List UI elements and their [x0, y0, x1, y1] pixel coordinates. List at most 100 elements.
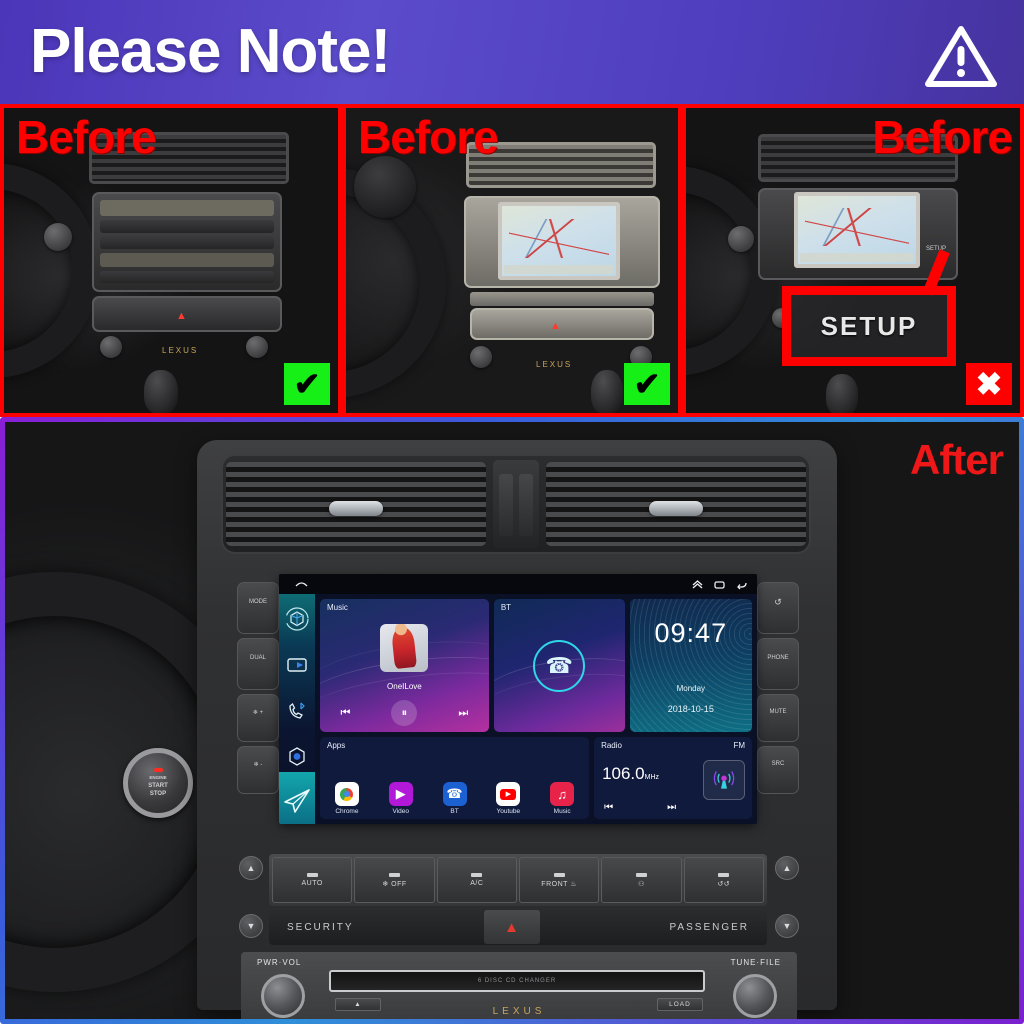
button-mute[interactable]: MUTE — [757, 694, 799, 742]
climate-button-rear-defrost[interactable]: ⚇ — [601, 857, 682, 903]
air-vent-right[interactable] — [546, 462, 806, 546]
screen-mirror-icon[interactable] — [284, 652, 310, 678]
climate-button-ac-label: A/C — [470, 880, 484, 887]
climate-button-recirculate[interactable]: ↺↺ — [683, 857, 764, 903]
led-indicator — [388, 872, 400, 877]
broadcast-antenna-icon[interactable] — [703, 760, 745, 801]
button-temp-down[interactable]: ❄ - — [237, 746, 279, 794]
climate-buttons-row-2 — [100, 236, 274, 249]
cd-eject-button[interactable]: ▲ — [335, 998, 381, 1011]
video-icon: ▶ — [388, 782, 413, 806]
app-bt[interactable]: ☎ BT — [438, 782, 472, 815]
clock-time: 09:47 — [654, 617, 728, 648]
start-button-line2: START — [148, 783, 168, 789]
gear-shifter — [826, 374, 858, 413]
app-chrome-label: Chrome — [335, 808, 359, 815]
hazard-light-button[interactable]: ▲ — [483, 910, 540, 944]
music-controls: ⏮ ⏸ ⏭ — [320, 700, 489, 727]
passenger-temp-up-button[interactable]: ▲ — [775, 856, 799, 880]
setup-callout-label: SETUP — [820, 310, 918, 341]
climate-button-off[interactable]: ❄ OFF — [354, 857, 435, 903]
climate-button-ac[interactable]: A/C — [436, 857, 517, 903]
fan-down-button[interactable]: ▼ — [239, 914, 263, 938]
climate-button-rear-label: ⚇ — [638, 880, 645, 888]
button-mute-label: MUTE — [769, 709, 787, 715]
cd-load-button[interactable]: LOAD — [657, 998, 703, 1011]
next-track-button[interactable]: ⏭ — [458, 707, 468, 720]
vent-knob-right[interactable] — [649, 500, 703, 516]
before-comparison-row: ▲ LEXUS Before ✔ ▲ LEXUS Before ✔ SETUP … — [0, 104, 1024, 417]
engine-start-stop-button[interactable]: ENGINE START STOP — [123, 748, 193, 818]
play-pause-button[interactable]: ⏸ — [391, 700, 418, 727]
back-icon[interactable] — [734, 577, 749, 591]
cd-player-panel: PWR·VOL TUNE·FILE 6 DISC CD CHANGER ▲ LO… — [241, 952, 797, 1019]
infographic-page: Please Note! ▲ LEXUS Before ✔ ▲ LEXUS Be… — [0, 0, 1024, 1024]
air-vent-assembly — [221, 454, 811, 554]
volume-knob — [470, 346, 492, 368]
album-art — [380, 624, 429, 673]
app-youtube[interactable]: ▶ Youtube — [491, 782, 525, 815]
before-label: Before — [872, 111, 1013, 163]
bluetooth-card[interactable]: BT ☎ — [493, 599, 625, 733]
passenger-temp-down-button[interactable]: ▼ — [775, 914, 799, 938]
radio-card[interactable]: Radio FM 106.0MHz ⏮ ⏭ — [594, 737, 752, 819]
passenger-label: PASSENGER — [669, 921, 749, 933]
button-temp-up-label: ❄ + — [252, 710, 264, 716]
air-vent-left[interactable] — [226, 462, 486, 546]
before-panel-1: ▲ LEXUS Before ✔ — [0, 104, 342, 417]
button-src[interactable]: SRC — [757, 746, 799, 794]
vent-slider-2[interactable] — [519, 474, 533, 536]
settings-hex-icon[interactable] — [284, 744, 310, 770]
button-phone[interactable]: PHONE — [757, 638, 799, 690]
start-button-line1: ENGINE — [149, 775, 167, 780]
youtube-icon: ▶ — [496, 782, 521, 806]
recents-icon[interactable] — [712, 577, 727, 591]
hazard-cluster: ▲ — [92, 296, 282, 332]
volume-knob — [100, 336, 122, 358]
button-dual[interactable]: DUAL — [237, 638, 279, 690]
fan-up-button[interactable]: ▲ — [239, 856, 263, 880]
navigation-map-screen — [498, 202, 620, 280]
home-icon[interactable] — [294, 577, 309, 591]
previous-track-button[interactable]: ⏮ — [341, 707, 351, 720]
vent-knob-left[interactable] — [329, 500, 383, 516]
app-chrome[interactable]: Chrome — [330, 782, 364, 815]
button-mode-label: MODE — [249, 599, 267, 605]
radio-next-button[interactable]: ⏭ — [667, 802, 676, 813]
cd-slot[interactable]: 6 DISC CD CHANGER — [329, 970, 705, 992]
climate-button-auto[interactable]: AUTO — [272, 857, 353, 903]
radio-frequency-unit: MHz — [644, 774, 659, 782]
power-volume-knob[interactable] — [261, 974, 305, 1018]
climate-buttons-row — [470, 292, 654, 306]
vent-slider-1[interactable] — [499, 474, 513, 536]
radio-prev-button[interactable]: ⏮ — [604, 802, 613, 813]
button-power[interactable]: ↺ — [757, 582, 799, 634]
button-phone-label: PHONE — [767, 655, 789, 661]
led-indicator — [635, 872, 647, 877]
head-unit-screen-frame: Music OneILove ⏮ ⏸ ⏭ BT ☎ 09:47 Monday 2… — [279, 574, 757, 824]
home-screen-cards: Music OneILove ⏮ ⏸ ⏭ BT ☎ 09:47 Monday 2… — [315, 594, 757, 824]
apps-cube-icon[interactable] — [284, 606, 310, 632]
clock-card[interactable]: 09:47 Monday 2018-10-15 — [629, 599, 752, 733]
app-music[interactable]: ♫ Music — [545, 782, 579, 815]
clock-weekday: Monday — [676, 684, 706, 694]
gear-shifter — [591, 370, 623, 413]
climate-button-front-defrost[interactable]: FRONT ♨ — [518, 857, 600, 903]
app-video[interactable]: ▶ Video — [384, 782, 418, 815]
cd-slot-label: 6 DISC CD CHANGER — [477, 978, 557, 984]
chevron-up-icon[interactable] — [690, 577, 705, 591]
before-label: Before — [358, 111, 499, 163]
music-card[interactable]: Music OneILove ⏮ ⏸ ⏭ — [320, 599, 489, 733]
tune-file-label: TUNE·FILE — [730, 958, 781, 967]
led-indicator — [553, 872, 565, 877]
vent-center-controls[interactable] — [493, 460, 539, 548]
button-temp-up[interactable]: ❄ + — [237, 694, 279, 742]
cards-top-row: Music OneILove ⏮ ⏸ ⏭ BT ☎ 09:47 Monday 2… — [320, 599, 752, 733]
navigation-plane-icon[interactable] — [279, 772, 315, 824]
radio-card-title: Radio — [601, 741, 622, 751]
phone-bt-icon[interactable] — [284, 698, 310, 724]
tune-file-knob[interactable] — [733, 974, 777, 1018]
warning-triangle-icon — [924, 24, 998, 88]
button-mode[interactable]: MODE — [237, 582, 279, 634]
radio-band: FM — [733, 741, 745, 751]
